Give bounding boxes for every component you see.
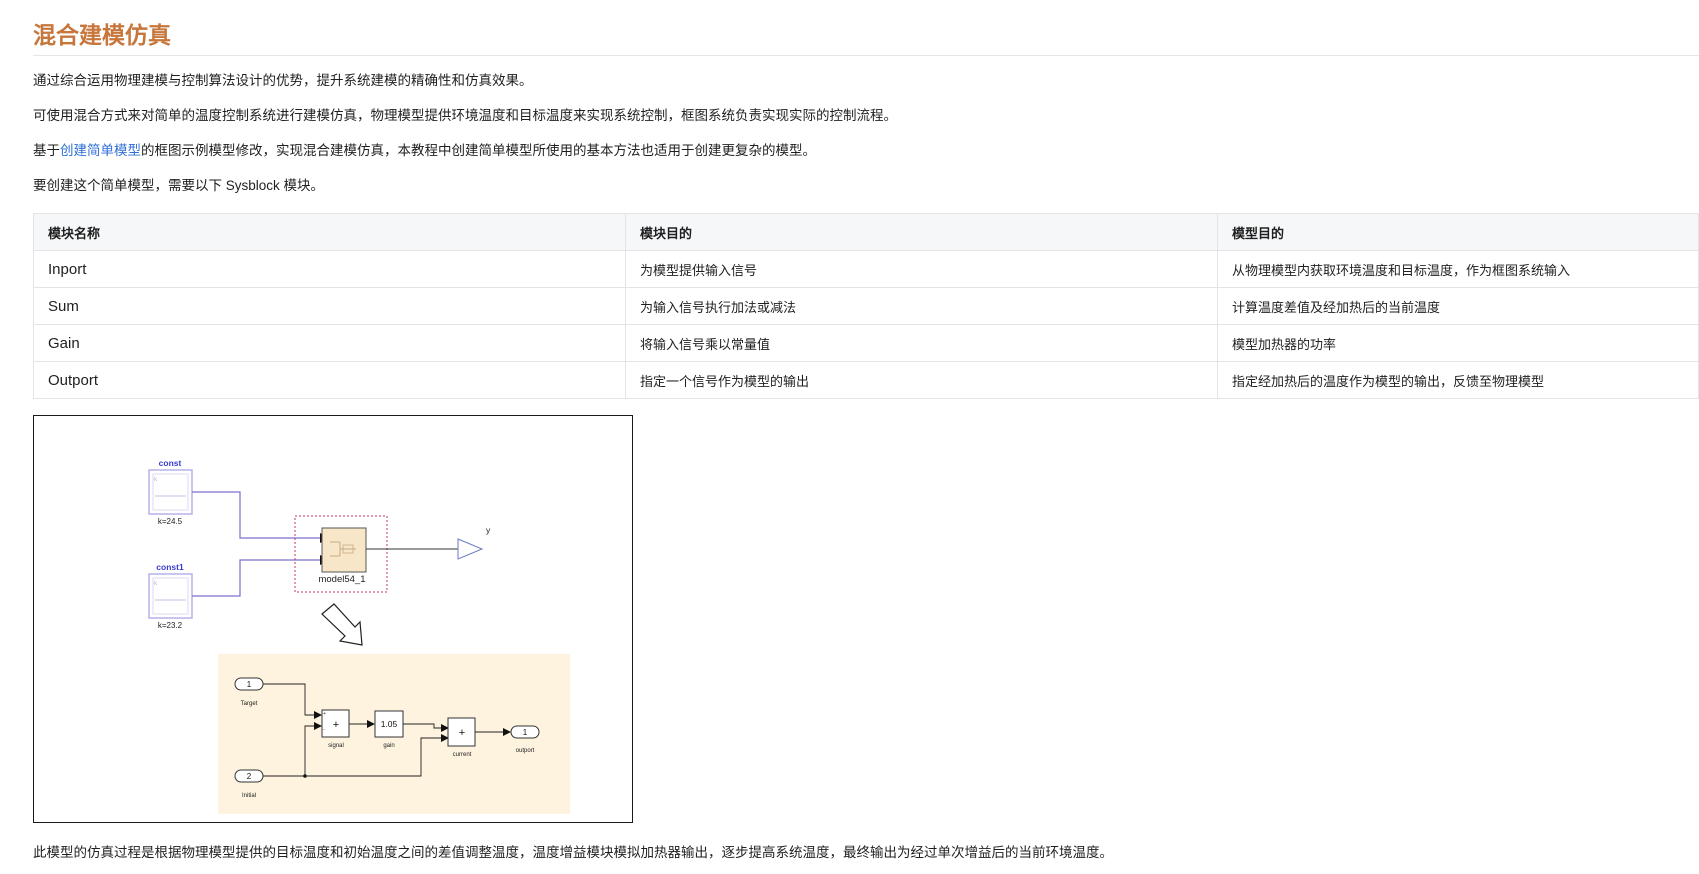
reference-prefix: 基于	[33, 143, 60, 158]
reference-suffix: 的框图示例模型修改，实现混合建模仿真，本教程中创建简单模型所使用的基本方法也适用…	[141, 143, 816, 158]
down-arrow-icon	[321, 603, 363, 646]
const-label: const	[159, 458, 182, 468]
table-cell: 为模型提供输入信号	[625, 250, 1218, 288]
outport-number: 1	[523, 728, 528, 737]
outport-triangle-icon[interactable]	[457, 538, 484, 560]
sum-current-label: current	[453, 752, 472, 758]
gain-value: 1.05	[381, 719, 398, 729]
title-divider	[33, 55, 1699, 56]
const-value: k=24.5	[158, 517, 183, 526]
model-diagram: const k k=24.5 const1 k k=23.2 model54_1…	[148, 458, 570, 814]
const1-value: k=23.2	[158, 621, 183, 630]
table-row: Gain 将输入信号乘以常量值 模型加热器的功率	[33, 324, 1699, 362]
blocks-intro-paragraph: 要创建这个简单模型，需要以下 Sysblock 模块。	[33, 178, 325, 193]
header-block-purpose: 模块目的	[625, 213, 1218, 251]
description-paragraph: 可使用混合方式来对简单的温度控制系统进行建模仿真，物理模型提供环境温度和目标温度…	[33, 108, 897, 123]
inport-initial-number: 2	[247, 772, 252, 781]
page-title: 混合建模仿真	[33, 22, 171, 48]
sum-signal-label: signal	[328, 743, 344, 749]
inport-target-number: 1	[247, 680, 252, 689]
const1-block[interactable]: k	[148, 573, 193, 619]
subsystem-icon[interactable]	[321, 527, 367, 573]
reference-paragraph: 基于创建简单模型的框图示例模型修改，实现混合建模仿真，本教程中创建简单模型所使用…	[33, 141, 816, 161]
const1-signal-line	[192, 559, 320, 597]
table-cell: Outport	[33, 361, 626, 399]
table-header-row: 模块名称 模块目的 模型目的	[33, 213, 1699, 251]
subsystem-label: model54_1	[318, 574, 365, 585]
header-model-purpose: 模型目的	[1217, 213, 1699, 251]
table-cell: 模型加热器的功率	[1217, 324, 1699, 362]
blocks-table: 模块名称 模块目的 模型目的 Inport 为模型提供输入信号 从物理模型内获取…	[33, 213, 1699, 399]
simulation-paragraph: 此模型的仿真过程是根据物理模型提供的目标温度和初始温度之间的差值调整温度，温度增…	[33, 845, 1113, 860]
table-cell: 计算温度差值及经加热后的当前温度	[1217, 287, 1699, 325]
const1-label: const1	[156, 562, 184, 572]
output-label: y	[486, 525, 491, 535]
create-simple-model-link[interactable]: 创建简单模型	[60, 143, 141, 158]
table-cell: 指定经加热后的温度作为模型的输出，反馈至物理模型	[1217, 361, 1699, 399]
table-row: Outport 指定一个信号作为模型的输出 指定经加热后的温度作为模型的输出，反…	[33, 361, 1699, 399]
table-cell: Sum	[33, 287, 626, 325]
table-row: Inport 为模型提供输入信号 从物理模型内获取环境温度和目标温度，作为框图系…	[33, 250, 1699, 288]
sum-current-symbol: +	[459, 727, 465, 739]
sum-signal-symbol: +	[333, 719, 339, 731]
outport-label: outport	[516, 748, 535, 754]
table-cell: 为输入信号执行加法或减法	[625, 287, 1218, 325]
table-cell: 从物理模型内获取环境温度和目标温度，作为框图系统输入	[1217, 250, 1699, 288]
const-signal-line	[192, 491, 320, 539]
const-block[interactable]: k	[148, 469, 193, 515]
model-diagram-figure: const k k=24.5 const1 k k=23.2 model54_1…	[33, 415, 633, 823]
table-cell: 指定一个信号作为模型的输出	[625, 361, 1218, 399]
table-cell: 将输入信号乘以常量值	[625, 324, 1218, 362]
table-row: Sum 为输入信号执行加法或减法 计算温度差值及经加热后的当前温度	[33, 287, 1699, 325]
table-cell: Gain	[33, 324, 626, 362]
intro-paragraph: 通过综合运用物理建模与控制算法设计的优势，提升系统建模的精确性和仿真效果。	[33, 73, 533, 88]
table-cell: Inport	[33, 250, 626, 288]
inport-initial-label: Initial	[242, 793, 256, 799]
inport-target-label: Target	[241, 701, 258, 707]
header-block-name: 模块名称	[33, 213, 626, 251]
gain-label: gain	[383, 743, 394, 749]
svg-text:+: +	[323, 711, 326, 717]
